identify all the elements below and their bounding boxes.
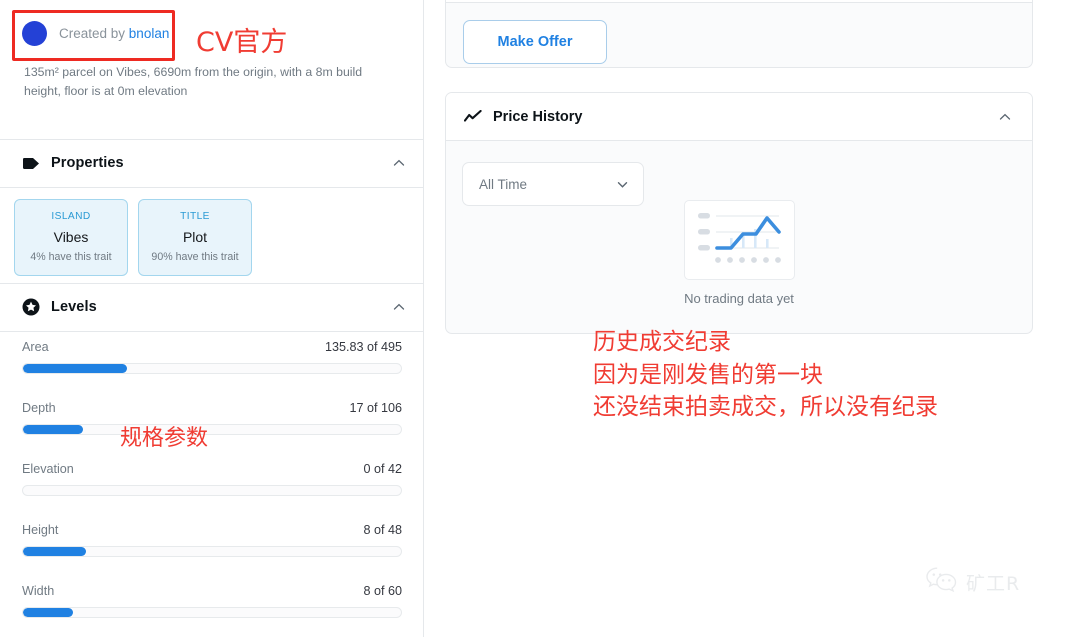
item-description: 135m² parcel on Vibes, 6690m from the or… [24,65,363,99]
trait-card[interactable]: ISLAND Vibes 4% have this trait [14,199,128,276]
price-history-title: Price History [493,108,583,125]
level-value: 8 of 60 [363,584,402,598]
level-value: 135.83 of 495 [324,340,402,354]
annotation-history-note: 历史成交纪录 因为是刚发售的第一块 还没结束拍卖成交，所以没有纪录 [593,329,938,421]
level-progress-track [22,546,402,557]
level-row: Area 135.83 of 495 [0,340,423,374]
level-row: Height 8 of 48 [0,523,423,557]
chevron-up-icon[interactable] [392,156,406,170]
trait-value: Vibes [53,229,89,245]
properties-section-header[interactable]: Properties [0,139,423,187]
trait-type: ISLAND [51,211,91,222]
star-circle-icon [22,298,40,316]
level-progress-fill [23,364,127,373]
level-name: Depth [22,401,56,415]
creator-row: Created by bnolan [22,21,169,46]
time-range-selected-value: All Time [479,176,528,192]
levels-title: Levels [51,299,97,315]
level-progress-fill [23,425,84,434]
chevron-up-icon[interactable] [392,300,406,314]
trait-card[interactable]: TITLE Plot 90% have this trait [138,199,252,276]
level-value: 8 of 48 [363,523,402,537]
annotation-creator-note: CV官方 [196,27,288,58]
level-name: Width [22,584,55,598]
level-name: Area [22,340,49,354]
level-progress-track [22,485,402,496]
make-offer-button[interactable]: Make Offer [463,20,607,64]
empty-chart-icon [683,200,795,280]
level-progress-track [22,424,402,435]
level-row: Elevation 0 of 42 [0,462,423,496]
trait-type: TITLE [180,211,210,222]
level-row: Width 8 of 60 [0,584,423,618]
trait-rarity: 4% have this trait [30,251,112,263]
divider [0,187,423,188]
right-column: Make Offer Price History All Time No tra… [445,0,1033,637]
level-name: Elevation [22,462,74,476]
offer-card: Make Offer [445,0,1033,68]
levels-list: Area 135.83 of 495 Depth 17 of 106 Eleva… [0,340,423,637]
avatar [22,21,47,46]
level-value: 0 of 42 [363,462,402,476]
item-details-panel: Created by bnolan CV官方 135m² parcel on V… [0,0,424,637]
tag-icon [22,154,40,172]
chevron-down-icon[interactable] [615,177,630,192]
level-progress-track [22,363,402,374]
trait-rarity: 90% have this trait [151,251,239,263]
price-history-empty-state: No trading data yet [446,200,1032,306]
level-progress-fill [23,547,87,556]
price-history-header[interactable]: Price History [446,93,1032,141]
divider [0,331,423,332]
level-value: 17 of 106 [349,401,402,415]
price-history-card: Price History All Time No trading data y… [445,92,1033,334]
level-progress-track [22,607,402,618]
offer-card-top-strip [446,0,1032,3]
created-by-text: Created by [59,26,129,41]
level-name: Height [22,523,59,537]
line-chart-icon [464,109,482,125]
annotation-levels-note: 规格参数 [120,426,209,451]
properties-traits-list: ISLAND Vibes 4% have this trait TITLE Pl… [14,199,252,276]
empty-state-caption: No trading data yet [684,291,794,306]
level-row: Depth 17 of 106 [0,401,423,435]
levels-section-header[interactable]: Levels [0,283,423,331]
chevron-up-icon[interactable] [998,110,1012,124]
creator-name-link[interactable]: bnolan [129,26,170,41]
level-progress-fill [23,608,74,617]
creator-label: Created by bnolan [59,26,169,41]
trait-value: Plot [182,229,208,245]
properties-title: Properties [51,155,124,171]
